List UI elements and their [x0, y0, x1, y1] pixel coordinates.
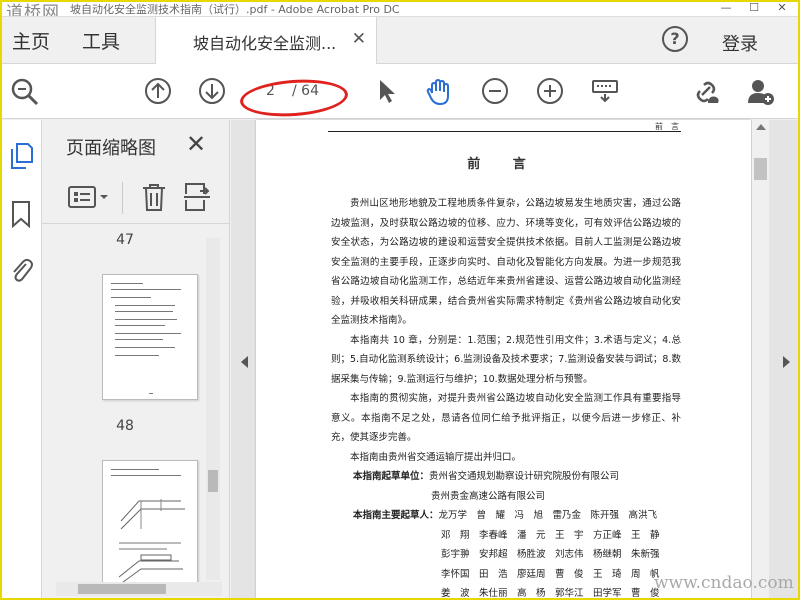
drafting-unit: 贵州省交通规划勘察设计研究院股份有限公司	[429, 471, 620, 482]
scroll-thumb[interactable]	[754, 158, 767, 180]
close-tab-icon[interactable]: ✕	[352, 29, 366, 49]
document-tab-label: 坡自动化安全监测...	[193, 34, 337, 53]
pane-tools	[42, 172, 230, 224]
scroll-thumb[interactable]	[208, 470, 218, 492]
close-pane-icon[interactable]: ✕	[186, 130, 206, 158]
paragraph: 本指南共 10 章，分别是：1.范围；2.规范性引用文件；3.术语与定义；4.总…	[331, 334, 681, 385]
drafters-label: 本指南主要起草人：	[353, 510, 439, 521]
page-header-text: 前 言	[655, 122, 679, 131]
page-number-47: 47	[116, 232, 134, 248]
maximize-button[interactable]: ☐	[740, 0, 768, 16]
expand-right-pane-icon[interactable]	[783, 356, 790, 368]
thumbnail-vertical-scrollbar[interactable]	[206, 238, 220, 580]
next-page-icon[interactable]	[198, 77, 226, 105]
drafters-line: 龙万学 曾 耀 冯 旭 雷乃金 陈开强 高洪飞	[438, 510, 658, 521]
keyboard-fit-icon[interactable]	[590, 77, 618, 105]
tab-bar: 主页 工具 坡自动化安全监测... ✕ ? 登录	[0, 17, 800, 65]
left-icon-strip	[0, 120, 42, 600]
paragraph: 本指南由贵州省交通运输厅提出并归口。	[350, 451, 522, 463]
window-controls: — ☐ ✕	[712, 0, 796, 16]
page-header: 前 言	[328, 122, 681, 132]
document-scrollbar[interactable]	[752, 120, 769, 600]
document-area[interactable]: 前 言 前 言 贵州山区地形地貌及工程地质条件复杂，公路边坡易发生地质灾害，通过…	[231, 120, 800, 600]
attachments-icon[interactable]	[8, 256, 34, 284]
search-zoom-icon[interactable]	[10, 77, 39, 106]
drafting-units-label: 本指南起草单位：	[353, 471, 430, 482]
page-number-box[interactable]: 2 / 64	[258, 81, 348, 103]
tab-home[interactable]: 主页	[12, 27, 50, 54]
page-number-48: 48	[116, 418, 134, 434]
zoom-out-icon[interactable]	[481, 77, 509, 105]
hand-tool-icon[interactable]	[424, 77, 452, 106]
thumbnail-horizontal-scrollbar[interactable]	[56, 582, 222, 596]
drafters-line: 彭宇翀 安邦超 杨胜波 刘志伟 杨继朝 朱新强	[441, 549, 660, 560]
scroll-up-icon[interactable]	[756, 124, 766, 130]
paragraph: 本指南的贯彻实施，对提升贵州省公路边坡自动化安全监测工作具有重要指导意义。本指南…	[331, 393, 681, 443]
bookmarks-icon[interactable]	[8, 200, 34, 228]
close-window-button[interactable]: ✕	[768, 0, 796, 16]
drafters: 本指南主要起草人：龙万学 曾 耀 冯 旭 雷乃金 陈开强 高洪飞	[353, 506, 681, 526]
drafters-line: 姜 波 朱仕丽 高 杨 郭华江 田学军 曹 俊	[441, 588, 660, 599]
page-thumbnails-icon[interactable]	[8, 142, 34, 170]
window-title: 坡自动化安全监测技术指南（试行）.pdf - Adobe Acrobat Pro…	[70, 3, 400, 16]
watermark-logo: 道桥网	[6, 3, 60, 17]
previous-page-icon[interactable]	[144, 77, 172, 105]
total-pages-label: / 64	[292, 83, 319, 99]
zoom-in-icon[interactable]	[536, 77, 564, 105]
login-button[interactable]: 登录	[722, 30, 758, 56]
tools-divider	[122, 182, 123, 214]
toolbar: 2 / 64	[0, 64, 800, 119]
share-link-icon[interactable]	[692, 77, 720, 105]
thumbnail-page[interactable]	[102, 460, 198, 586]
drafters-line: 李怀国 田 浩 廖廷周 曹 俊 王 琦 周 帆	[441, 568, 660, 580]
add-user-icon[interactable]	[746, 77, 774, 105]
current-page-input[interactable]: 2	[266, 83, 275, 99]
tab-document[interactable]: 坡自动化安全监测... ✕	[155, 17, 377, 65]
thumbnail-page[interactable]	[102, 274, 198, 400]
delete-page-icon[interactable]	[140, 182, 168, 212]
title-bar: 道桥网 坡自动化安全监测技术指南（试行）.pdf - Adobe Acrobat…	[0, 0, 800, 17]
help-icon[interactable]: ?	[662, 26, 688, 52]
collapse-left-pane-icon[interactable]	[241, 356, 248, 368]
scroll-thumb[interactable]	[78, 584, 166, 594]
site-watermark: www.cndao.com	[654, 573, 794, 593]
pane-title: 页面缩略图	[66, 138, 156, 159]
page-body: 贵州山区地形地貌及工程地质条件复杂，公路边坡易发生地质灾害，通过公路边坡监测，及…	[331, 194, 681, 600]
paragraph: 贵州山区地形地貌及工程地质条件复杂，公路边坡易发生地质灾害，通过公路边坡监测，及…	[331, 198, 681, 326]
thumbnail-options-icon[interactable]	[68, 184, 112, 210]
select-cursor-icon[interactable]	[372, 77, 400, 105]
drafting-unit: 贵州贵金高速公路有限公司	[431, 490, 546, 502]
page-title: 前 言	[467, 157, 540, 172]
minimize-button[interactable]: —	[712, 0, 740, 16]
thumbnail-pane: 页面缩略图 ✕ 47 48	[42, 120, 230, 600]
thumbnail-list[interactable]: 47 48	[42, 226, 208, 586]
drafters-line: 邓 翔 李春峰 潘 元 王 宇 方正峰 王 静	[441, 529, 660, 541]
tab-tools[interactable]: 工具	[82, 27, 120, 54]
drafting-units: 本指南起草单位：贵州省交通规划勘察设计研究院股份有限公司	[353, 467, 681, 487]
pdf-page[interactable]: 前 言 前 言 贵州山区地形地貌及工程地质条件复杂，公路边坡易发生地质灾害，通过…	[256, 120, 751, 600]
extract-page-icon[interactable]	[182, 182, 212, 212]
